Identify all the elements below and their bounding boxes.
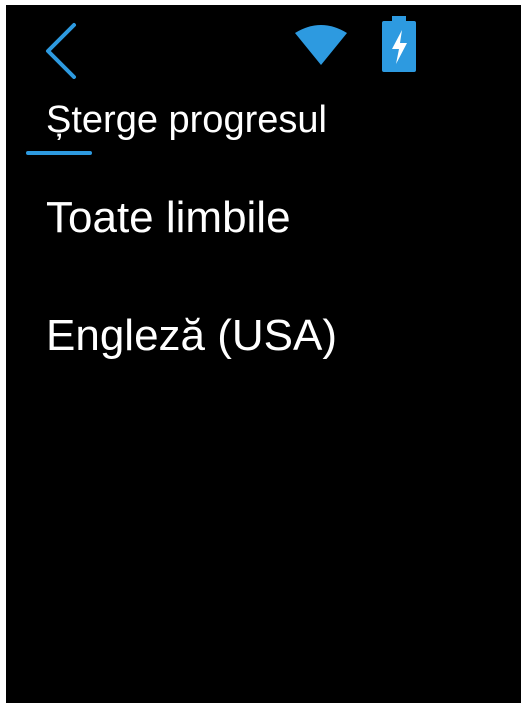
menu-item-label: Engleză (USA) <box>46 311 338 360</box>
chevron-left-icon <box>36 19 80 79</box>
battery-charging-icon <box>382 16 416 72</box>
wifi-icon <box>293 23 349 65</box>
back-button[interactable] <box>36 19 80 79</box>
page-title: Șterge progresul <box>46 99 327 141</box>
menu-item-all-languages[interactable]: Toate limbile <box>6 175 521 275</box>
screen: Șterge progresul Toate limbile Engleză (… <box>6 5 521 703</box>
menu-item-label: Toate limbile <box>46 193 291 242</box>
title-underline <box>26 151 92 155</box>
menu-item-english-usa[interactable]: Engleză (USA) <box>6 283 521 383</box>
